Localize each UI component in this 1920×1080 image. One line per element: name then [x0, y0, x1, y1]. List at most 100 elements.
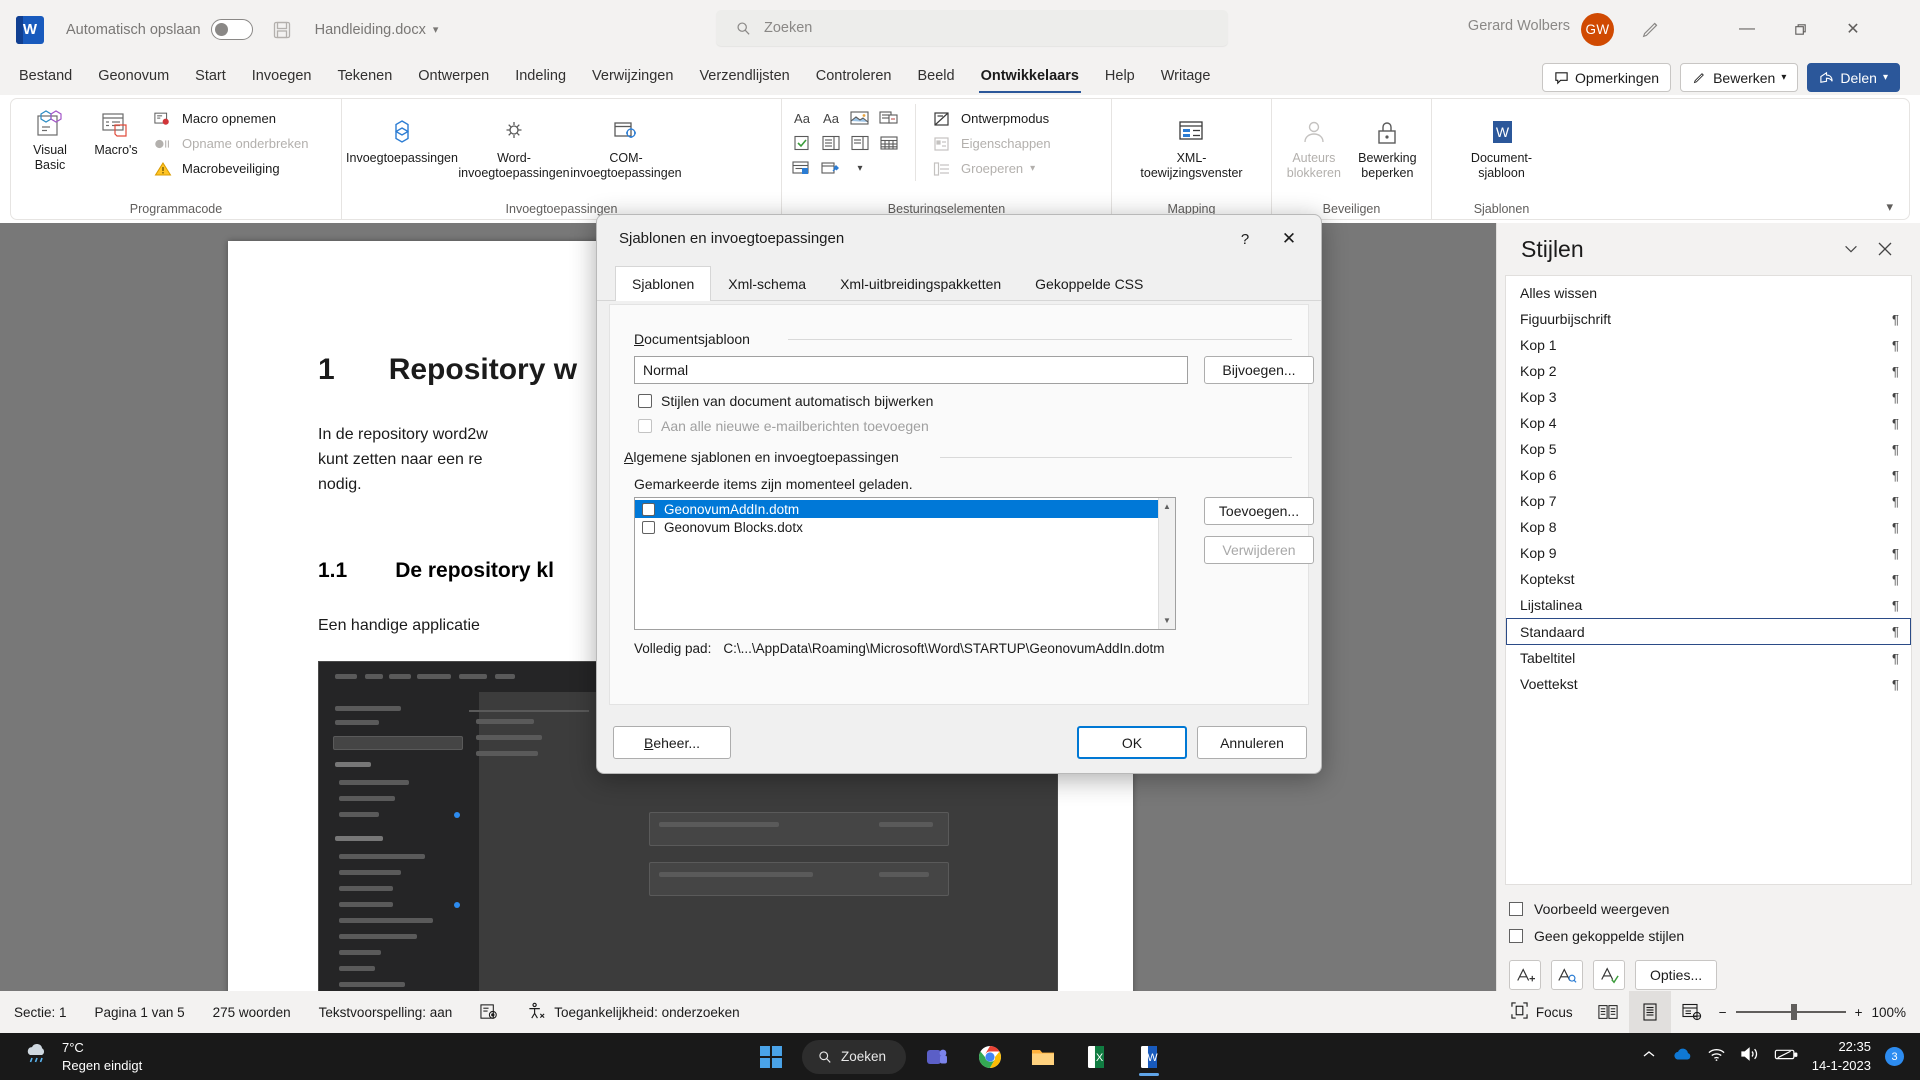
manage-styles-button[interactable] [1593, 960, 1625, 990]
dialog-tab-xml-uitbreidingspakketten[interactable]: Xml-uitbreidingspakketten [823, 266, 1018, 301]
styles-item-kop-5[interactable]: Kop 5 ¶ [1506, 436, 1911, 462]
styles-item-kop-8[interactable]: Kop 8 ¶ [1506, 514, 1911, 540]
chrome-icon[interactable] [968, 1036, 1012, 1078]
web-layout-button[interactable] [1671, 991, 1713, 1033]
share-button[interactable]: Delen ▾ [1807, 63, 1900, 92]
battery-icon[interactable] [1774, 1047, 1798, 1066]
read-mode-button[interactable] [1587, 991, 1629, 1033]
weather-widget[interactable]: 7°C Regen eindigt [0, 1039, 142, 1074]
legacy-chevron-down-icon[interactable]: ▾ [848, 157, 872, 179]
styles-item-standaard[interactable]: Standaard ¶ [1506, 618, 1911, 645]
ribbon-tab-tekenen[interactable]: Tekenen [324, 63, 405, 91]
ribbon-tab-writage[interactable]: Writage [1148, 63, 1224, 91]
zoom-slider-thumb[interactable] [1790, 1004, 1797, 1020]
ribbon-tab-ontwerpen[interactable]: Ontwerpen [405, 63, 502, 91]
macros-button[interactable]: Macro's [85, 104, 147, 158]
legacy-forms-icon[interactable] [819, 157, 843, 179]
search-input[interactable]: Zoeken [716, 10, 1228, 46]
checkbox-icon[interactable] [642, 520, 655, 534]
proofing-icon[interactable] [466, 991, 513, 1033]
pen-icon[interactable] [1634, 13, 1668, 45]
status-words[interactable]: 275 woorden [199, 991, 305, 1033]
word-addins-button[interactable]: Word- invoegtoepassingen [458, 112, 570, 182]
tray-chevron-up-icon[interactable] [1641, 1047, 1657, 1066]
styles-item-tabeltitel[interactable]: Tabeltitel ¶ [1506, 645, 1911, 671]
com-addins-button[interactable]: COM- invoegtoepassingen [570, 112, 682, 182]
addins-button[interactable]: Invoegtoepassingen [346, 112, 458, 166]
avatar[interactable]: GW [1581, 13, 1614, 46]
taskbar-search-box[interactable]: Zoeken [801, 1039, 907, 1074]
word-icon[interactable]: W [1127, 1036, 1171, 1078]
dialog-tab-sjablonen[interactable]: Sjablonen [615, 266, 712, 301]
ribbon-tab-help[interactable]: Help [1092, 63, 1148, 91]
comments-button[interactable]: Opmerkingen [1542, 63, 1672, 92]
styles-pane-chevron-down-icon[interactable] [1834, 232, 1868, 266]
zoom-control[interactable]: − + 100% [1713, 1004, 1920, 1020]
ribbon-tab-start[interactable]: Start [182, 63, 239, 91]
save-icon[interactable] [271, 19, 293, 41]
taskbar-clock[interactable]: 22:35 14-1-2023 [1812, 1038, 1871, 1074]
notification-badge[interactable]: 3 [1885, 1047, 1904, 1066]
document-template-button[interactable]: W Document- sjabloon [1450, 112, 1554, 182]
ribbon-tab-bestand[interactable]: Bestand [6, 63, 85, 91]
styles-item-alles-wissen[interactable]: Alles wissen [1506, 280, 1911, 306]
teams-icon[interactable] [915, 1036, 959, 1078]
checkbox-icon[interactable] [642, 502, 655, 516]
maximize-button[interactable] [1777, 10, 1823, 48]
ribbon-tab-verwijzingen[interactable]: Verwijzingen [579, 63, 686, 91]
ribbon-tab-controleren[interactable]: Controleren [803, 63, 905, 91]
minimize-button[interactable]: — [1724, 10, 1770, 48]
new-style-button[interactable] [1509, 960, 1541, 990]
ribbon-tab-beeld[interactable]: Beeld [904, 63, 967, 91]
style-inspector-button[interactable] [1551, 960, 1583, 990]
checkbox-content-control-icon[interactable] [790, 132, 814, 154]
status-page[interactable]: Pagina 1 van 5 [81, 991, 199, 1033]
styles-item-kop-3[interactable]: Kop 3 ¶ [1506, 384, 1911, 410]
volume-icon[interactable] [1740, 1046, 1760, 1067]
dialog-tab-xml-schema[interactable]: Xml-schema [711, 266, 823, 301]
scroll-down-arrow-icon[interactable]: ▼ [1159, 612, 1175, 629]
ribbon-tab-indeling[interactable]: Indeling [502, 63, 579, 91]
styles-item-kop-1[interactable]: Kop 1 ¶ [1506, 332, 1911, 358]
close-button[interactable]: ✕ [1830, 10, 1876, 48]
disable-linked-styles-checkbox[interactable]: Geen gekoppelde stijlen [1509, 922, 1920, 949]
document-template-input[interactable]: Normal [634, 356, 1188, 384]
cancel-button[interactable]: Annuleren [1197, 726, 1307, 759]
styles-item-koptekst[interactable]: Koptekst ¶ [1506, 566, 1911, 592]
listbox-row-geonovumaddin[interactable]: GeonovumAddIn.dotm [635, 500, 1175, 518]
document-title-chevron-down-icon[interactable]: ▾ [433, 23, 439, 36]
templates-listbox[interactable]: GeonovumAddIn.dotm Geonovum Blocks.dotx … [634, 497, 1176, 630]
styles-pane-close-icon[interactable] [1868, 232, 1902, 266]
dropdown-content-control-icon[interactable] [848, 132, 872, 154]
date-picker-content-control-icon[interactable] [877, 132, 901, 154]
dialog-tab-gekoppelde-css[interactable]: Gekoppelde CSS [1018, 266, 1160, 301]
auto-update-styles-checkbox[interactable]: Stijlen van document automatisch bijwerk… [638, 393, 933, 409]
zoom-in-button[interactable]: + [1855, 1005, 1863, 1020]
design-mode-button[interactable]: Ontwerpmodus [930, 106, 1051, 131]
plain-text-content-control-icon[interactable]: Aa [819, 107, 843, 129]
macro-security-button[interactable]: Macrobeveiliging [151, 156, 308, 181]
picture-content-control-icon[interactable] [848, 107, 872, 129]
wifi-icon[interactable] [1707, 1046, 1726, 1067]
ribbon-tab-ontwikkelaars[interactable]: Ontwikkelaars [968, 63, 1092, 93]
focus-mode-button[interactable]: Focus [1497, 991, 1587, 1033]
attach-button[interactable]: Bijvoegen... [1204, 356, 1314, 384]
styles-options-button[interactable]: Opties... [1635, 960, 1718, 990]
scroll-up-arrow-icon[interactable]: ▲ [1159, 498, 1175, 515]
autosave-toggle[interactable] [210, 19, 253, 40]
visual-basic-button[interactable]: Visual Basic [19, 104, 81, 174]
collapse-ribbon-chevron-down-icon[interactable]: ▾ [1886, 199, 1893, 215]
styles-item-kop-4[interactable]: Kop 4 ¶ [1506, 410, 1911, 436]
excel-icon[interactable]: X [1074, 1036, 1118, 1078]
edit-button[interactable]: Bewerken ▾ [1680, 63, 1799, 92]
xml-mapping-pane-button[interactable]: XML- toewijzingsvenster [1140, 112, 1244, 182]
dialog-help-icon[interactable]: ? [1227, 223, 1263, 255]
zoom-out-button[interactable]: − [1719, 1005, 1727, 1020]
building-block-gallery-icon[interactable] [877, 107, 901, 129]
listbox-row-geonovum-blocks[interactable]: Geonovum Blocks.dotx [635, 518, 1175, 536]
ribbon-tab-geonovum[interactable]: Geonovum [85, 63, 182, 91]
windows-start-icon[interactable] [749, 1036, 793, 1078]
print-layout-button[interactable] [1628, 991, 1671, 1033]
document-title[interactable]: Handleiding.docx [315, 22, 426, 38]
styles-list[interactable]: Alles wissen Figuurbijschrift ¶ Kop 1 ¶ … [1505, 275, 1912, 885]
